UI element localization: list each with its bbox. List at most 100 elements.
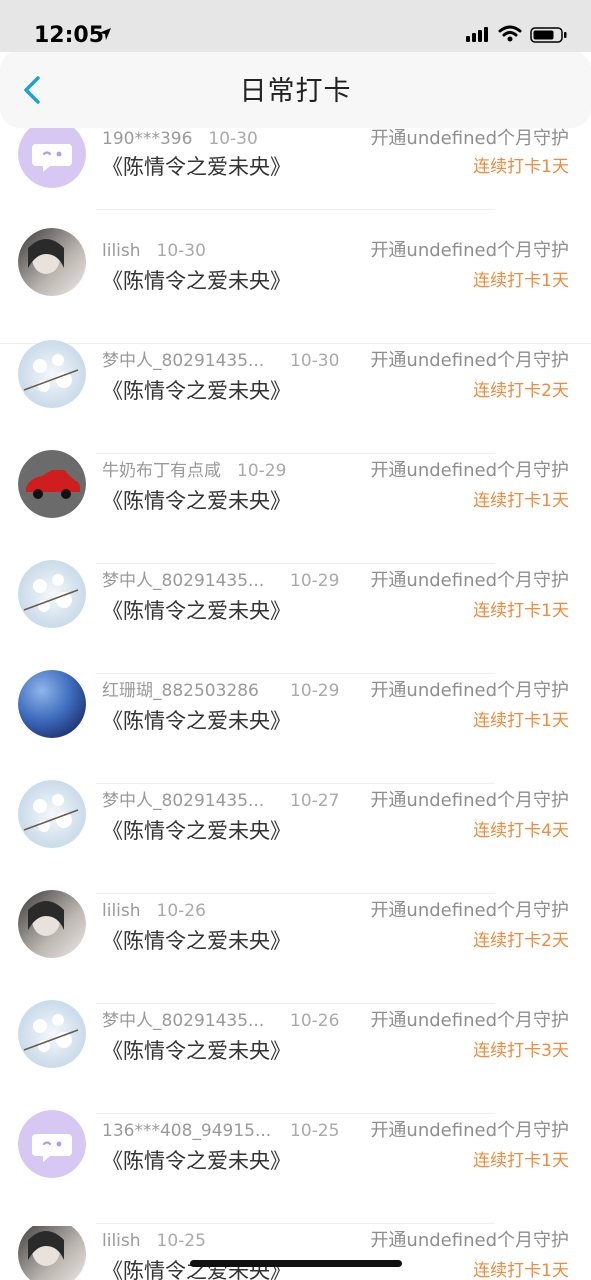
entry-title: 《陈情令之爱未央》 xyxy=(102,599,291,623)
entry-title: 《陈情令之爱未央》 xyxy=(102,489,291,513)
entry-date: 10-26 xyxy=(156,901,206,921)
entry-guard-status: 开通undefined个月守护 xyxy=(370,128,569,149)
location-arrow-icon xyxy=(99,28,111,40)
entry-streak: 连续打卡3天 xyxy=(473,1041,569,1061)
entry-guard-status: 开通undefined个月守护 xyxy=(370,900,569,921)
entry-meta: 梦中人_80291435... 10-29 xyxy=(102,568,339,594)
girl-photo-avatar xyxy=(18,1226,86,1280)
entry-date: 10-25 xyxy=(156,1231,206,1251)
list-item[interactable]: 梦中人_80291435... 10-27 《陈情令之爱未央》 开通undefin… xyxy=(0,780,591,896)
flower-photo-avatar xyxy=(18,780,86,848)
entry-meta: 红珊瑚_882503286 10-29 xyxy=(102,678,339,704)
entry-date: 10-30 xyxy=(290,351,340,371)
entry-meta: 梦中人_80291435... 10-30 xyxy=(102,348,339,374)
entry-title: 《陈情令之爱未央》 xyxy=(102,1039,291,1063)
entry-meta: 牛奶布丁有点咸 10-29 xyxy=(102,458,286,484)
entry-username: 190***396 xyxy=(102,129,193,149)
entry-username: lilish xyxy=(102,1231,141,1251)
cellular-signal-icon xyxy=(466,27,488,42)
divider xyxy=(96,1223,495,1224)
entry-title: 《陈情令之爱未央》 xyxy=(102,379,291,403)
entry-username: 红珊瑚_882503286 xyxy=(102,681,259,701)
flower-photo-avatar xyxy=(18,560,86,628)
entry-username: 牛奶布丁有点咸 xyxy=(102,461,221,481)
entry-username: 梦中人_80291435... xyxy=(102,571,265,591)
divider xyxy=(96,783,495,784)
list-item[interactable]: 梦中人_80291435... 10-26 《陈情令之爱未央》 开通undefin… xyxy=(0,1000,591,1116)
entry-streak: 连续打卡1天 xyxy=(473,491,569,511)
divider xyxy=(96,209,495,210)
entry-date: 10-27 xyxy=(290,791,340,811)
list-item[interactable]: 牛奶布丁有点咸 10-29 《陈情令之爱未央》 开通undefined个月守护 连… xyxy=(0,450,591,566)
entry-guard-status: 开通undefined个月守护 xyxy=(370,350,569,371)
entry-title: 《陈情令之爱未央》 xyxy=(102,1149,291,1173)
divider xyxy=(96,1113,495,1114)
list-item[interactable]: lilish 10-30 《陈情令之爱未央》 开通undefined个月守护 连续… xyxy=(0,228,591,346)
entry-guard-status: 开通undefined个月守护 xyxy=(370,240,569,261)
entry-meta: 梦中人_80291435... 10-27 xyxy=(102,788,339,814)
sky-photo-avatar xyxy=(18,670,86,738)
divider xyxy=(96,453,495,454)
entry-meta: 136***408_94915... 10-25 xyxy=(102,1118,339,1144)
entry-streak: 连续打卡2天 xyxy=(473,381,569,401)
entry-streak: 连续打卡1天 xyxy=(473,711,569,731)
entry-streak: 连续打卡1天 xyxy=(473,601,569,621)
entry-guard-status: 开通undefined个月守护 xyxy=(370,680,569,701)
entry-streak: 连续打卡1天 xyxy=(473,157,569,177)
divider xyxy=(96,1003,495,1004)
home-indicator xyxy=(190,1260,402,1267)
car-photo-avatar xyxy=(18,450,86,518)
entry-date: 10-25 xyxy=(290,1121,340,1141)
entry-guard-status: 开通undefined个月守护 xyxy=(370,1120,569,1141)
entry-title: 《陈情令之爱未央》 xyxy=(102,929,291,953)
entry-title: 《陈情令之爱未央》 xyxy=(102,269,291,293)
list-item[interactable]: 梦中人_80291435... 10-30 《陈情令之爱未央》 开通undefin… xyxy=(0,340,591,456)
entry-meta: lilish 10-30 xyxy=(102,238,206,264)
entry-title: 《陈情令之爱未央》 xyxy=(102,709,291,733)
entry-meta: lilish 10-25 xyxy=(102,1228,206,1254)
flower-photo-avatar xyxy=(18,340,86,408)
entry-username: 136***408_94915... xyxy=(102,1121,272,1141)
battery-icon xyxy=(530,27,567,43)
entry-meta: 190***396 10-30 xyxy=(102,126,258,152)
entry-guard-status: 开通undefined个月守护 xyxy=(370,1230,569,1251)
entry-username: lilish xyxy=(102,901,141,921)
status-bar: 12:05 xyxy=(0,0,591,52)
entry-username: lilish xyxy=(102,241,141,261)
entry-title: 《陈情令之爱未央》 xyxy=(102,155,291,179)
divider xyxy=(96,893,495,894)
entry-date: 10-26 xyxy=(290,1011,340,1031)
entry-date: 10-30 xyxy=(208,129,258,149)
status-time: 12:05 xyxy=(34,23,105,48)
list-item[interactable]: 190***396 10-30 《陈情令之爱未央》 开通undefined个月守护… xyxy=(0,120,591,236)
entry-guard-status: 开通undefined个月守护 xyxy=(370,790,569,811)
entry-date: 10-29 xyxy=(290,681,340,701)
entry-streak: 连续打卡4天 xyxy=(473,821,569,841)
entry-guard-status: 开通undefined个月守护 xyxy=(370,1010,569,1031)
navigation-bar: 日常打卡 xyxy=(0,50,591,128)
entry-date: 10-29 xyxy=(290,571,340,591)
bot-avatar-icon xyxy=(18,120,86,188)
wifi-icon xyxy=(498,25,522,42)
entry-streak: 连续打卡1天 xyxy=(473,1261,569,1280)
entry-username: 梦中人_80291435... xyxy=(102,791,265,811)
list-item[interactable]: lilish 10-26 《陈情令之爱未央》 开通undefined个月守护 连续… xyxy=(0,890,591,1006)
bot-avatar-icon xyxy=(18,1110,86,1178)
girl-photo-avatar xyxy=(18,228,86,296)
entry-guard-status: 开通undefined个月守护 xyxy=(370,570,569,591)
flower-photo-avatar xyxy=(18,1000,86,1068)
entry-date: 10-29 xyxy=(237,461,287,481)
entry-streak: 连续打卡1天 xyxy=(473,1151,569,1171)
page-title: 日常打卡 xyxy=(239,76,352,107)
list-item[interactable]: 136***408_94915... 10-25 《陈情令之爱未央》 开通unde… xyxy=(0,1110,591,1226)
entry-streak: 连续打卡2天 xyxy=(473,931,569,951)
entry-username: 梦中人_80291435... xyxy=(102,1011,265,1031)
divider xyxy=(96,673,495,674)
list-item[interactable]: 梦中人_80291435... 10-29 《陈情令之爱未央》 开通undefin… xyxy=(0,560,591,676)
entry-meta: lilish 10-26 xyxy=(102,898,206,924)
divider xyxy=(96,563,495,564)
entry-guard-status: 开通undefined个月守护 xyxy=(370,460,569,481)
list-item[interactable]: 红珊瑚_882503286 10-29 《陈情令之爱未央》 开通undefined… xyxy=(0,670,591,786)
entry-streak: 连续打卡1天 xyxy=(473,271,569,291)
list-item[interactable]: lilish 10-25 《陈情令之爱未央》 开通undefined个月守护 连续… xyxy=(0,1226,591,1280)
